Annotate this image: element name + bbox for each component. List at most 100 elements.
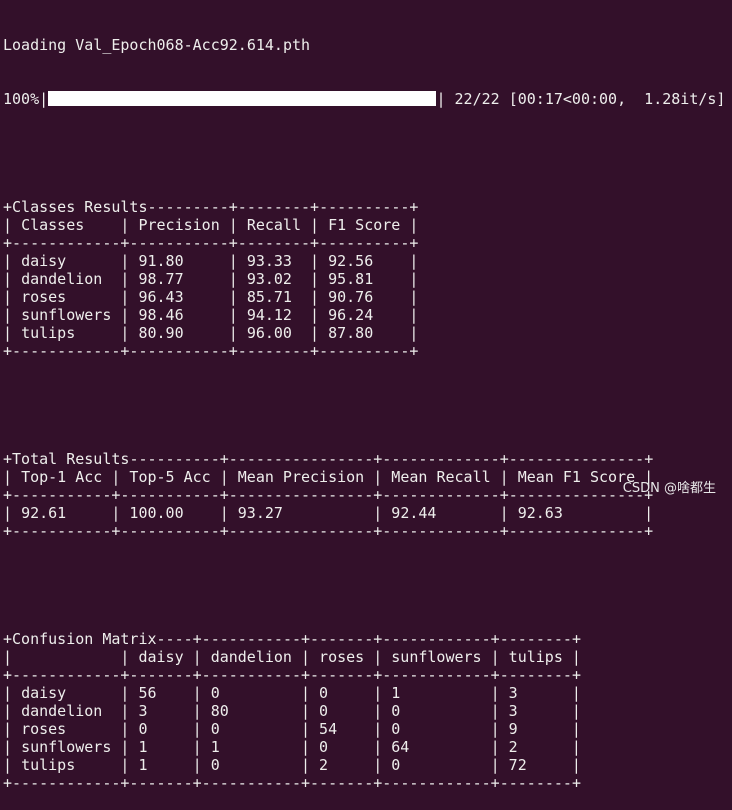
column-header: Top-5 Acc: [129, 468, 211, 486]
table-cell: 98.46: [138, 306, 184, 324]
column-header: sunflowers: [391, 648, 482, 666]
progress-percent: 100%: [3, 90, 40, 108]
table-cell: 85.71: [246, 288, 292, 306]
table-cell: 2: [508, 738, 518, 756]
table-border: +------------+-----------+--------+-----…: [3, 234, 419, 252]
table-cell: 93.27: [237, 504, 283, 522]
table-border: +------------+-------+-----------+------…: [3, 774, 581, 792]
table-cell: 0: [319, 702, 329, 720]
table-row: | daisy | 56 | 0 | 0 | 1 | 3 |: [3, 684, 581, 702]
table-cell: 92.56: [328, 252, 374, 270]
column-header: Classes: [21, 216, 85, 234]
table-cell: 91.80: [138, 252, 184, 270]
column-header: Precision: [138, 216, 220, 234]
column-header: daisy: [138, 648, 184, 666]
table-border: +-----------+-----------+---------------…: [3, 522, 654, 540]
table-header-row: | | daisy | dandelion | roses | sunflowers |…: [3, 648, 581, 666]
table-row: | dandelion | 98.77 | 93.02 | 95.81 |: [3, 270, 419, 288]
table-cell: daisy: [21, 252, 67, 270]
table-cell: 0: [391, 702, 401, 720]
progress-timing: [00:17<00:00, 1.28it/s]: [508, 90, 726, 108]
table-cell: 96.43: [138, 288, 184, 306]
column-header: tulips: [508, 648, 563, 666]
classes-results-table: +Classes Results---------+--------+-----…: [3, 198, 725, 360]
table-row: | roses | 0 | 0 | 54 | 0 | 9 |: [3, 720, 581, 738]
table-cell: 92.61: [21, 504, 67, 522]
table-cell: 56: [138, 684, 157, 702]
table-cell: sunflowers: [21, 738, 112, 756]
table-cell: 93.02: [246, 270, 292, 288]
table-cell: 0: [391, 756, 401, 774]
table-cell: 3: [138, 702, 148, 720]
table-cell: 64: [391, 738, 410, 756]
table-cell: 2: [319, 756, 329, 774]
table-cell: 1: [210, 738, 220, 756]
table-title: Classes Results: [12, 198, 148, 216]
table-header-row: | Classes | Precision | Recall | F1 Score |: [3, 216, 419, 234]
column-header: roses: [319, 648, 365, 666]
table-row: | tulips | 80.90 | 96.00 | 87.80 |: [3, 324, 419, 342]
progress-count: 22/22: [454, 90, 500, 108]
table-cell: 0: [391, 720, 401, 738]
table-cell: 80.90: [138, 324, 184, 342]
table-border: +-----------+-----------+---------------…: [3, 486, 654, 504]
table-row: | sunflowers | 98.46 | 94.12 | 96.24 |: [3, 306, 419, 324]
table-cell: 72: [508, 756, 527, 774]
table-title-border: +Total Results----------+---------------…: [3, 450, 654, 468]
table-title-border: +Classes Results---------+--------+-----…: [3, 198, 419, 216]
table-cell: 96.24: [328, 306, 374, 324]
table-cell: 0: [210, 756, 220, 774]
watermark: CSDN @啥都生: [622, 481, 716, 496]
table-cell: 92.63: [517, 504, 563, 522]
table-border: +------------+-----------+--------+-----…: [3, 342, 419, 360]
table-row: | 92.61 | 100.00 | 93.27 | 92.44 | 92.63 |: [3, 504, 654, 522]
table-cell: 93.33: [246, 252, 292, 270]
table-cell: daisy: [21, 684, 67, 702]
table-cell: tulips: [21, 756, 76, 774]
table-cell: 9: [508, 720, 518, 738]
table-row: | daisy | 91.80 | 93.33 | 92.56 |: [3, 252, 419, 270]
table-cell: 80: [210, 702, 229, 720]
table-cell: 0: [319, 684, 329, 702]
table-cell: 1: [391, 684, 401, 702]
table-cell: 3: [508, 702, 518, 720]
confusion-matrix-table: +Confusion Matrix----+-----------+------…: [3, 630, 725, 792]
table-cell: 95.81: [328, 270, 374, 288]
table-cell: 0: [210, 720, 220, 738]
column-header: Mean Precision: [237, 468, 365, 486]
total-results-table: +Total Results----------+---------------…: [3, 450, 725, 540]
column-header: dandelion: [210, 648, 292, 666]
table-cell: 0: [138, 720, 148, 738]
table-row: | tulips | 1 | 0 | 2 | 0 | 72 |: [3, 756, 581, 774]
table-cell: sunflowers: [21, 306, 112, 324]
table-cell: 92.44: [391, 504, 437, 522]
table-border: +------------+-------+-----------+------…: [3, 666, 581, 684]
table-cell: 98.77: [138, 270, 184, 288]
table-cell: 90.76: [328, 288, 374, 306]
table-title: Confusion Matrix: [12, 630, 157, 648]
table-title-border: +Confusion Matrix----+-----------+------…: [3, 630, 581, 648]
table-cell: 54: [319, 720, 338, 738]
table-cell: dandelion: [21, 702, 103, 720]
table-cell: roses: [21, 720, 67, 738]
table-title: Total Results: [12, 450, 130, 468]
column-header: Recall: [246, 216, 301, 234]
table-header-row: | Top-1 Acc | Top-5 Acc | Mean Precision | …: [3, 468, 654, 486]
column-header: Top-1 Acc: [21, 468, 103, 486]
table-cell: tulips: [21, 324, 76, 342]
table-cell: 1: [138, 738, 148, 756]
table-row: | roses | 96.43 | 85.71 | 90.76 |: [3, 288, 419, 306]
loading-line: Loading Val_Epoch068-Acc92.614.pth: [3, 36, 311, 54]
table-row: | sunflowers | 1 | 1 | 0 | 64 | 2 |: [3, 738, 581, 756]
progress-bar: [48, 91, 437, 106]
table-cell: 87.80: [328, 324, 374, 342]
progress-line: 100%| | 22/22 [00:17<00:00, 1.28it/s]: [3, 90, 726, 108]
table-cell: 100.00: [129, 504, 184, 522]
table-row: | dandelion | 3 | 80 | 0 | 0 | 3 |: [3, 702, 581, 720]
column-header: Mean Recall: [391, 468, 491, 486]
column-header: F1 Score: [328, 216, 401, 234]
table-cell: dandelion: [21, 270, 103, 288]
